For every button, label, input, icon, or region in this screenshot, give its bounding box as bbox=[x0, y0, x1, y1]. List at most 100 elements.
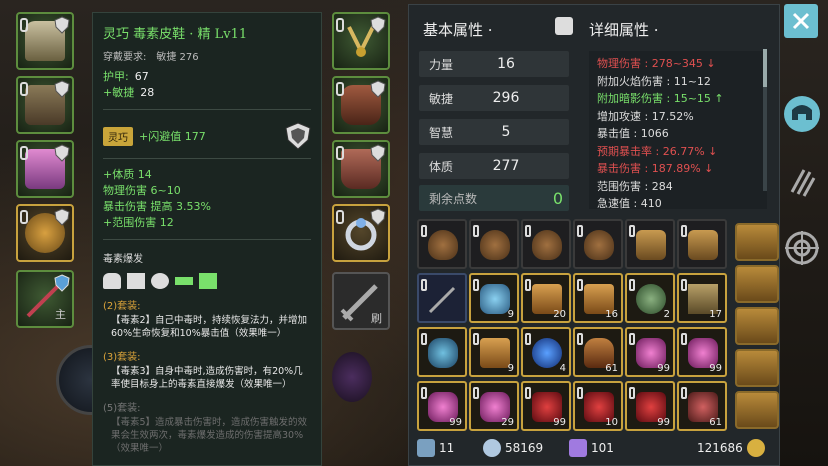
pouch-icon bbox=[584, 230, 614, 260]
item-title: 灵巧 毒素皮鞋 · 精 Lv11 bbox=[103, 27, 248, 42]
inventory-slot[interactable]: 17 bbox=[677, 273, 727, 323]
shield-icon bbox=[54, 208, 70, 226]
inventory-slot[interactable]: 10 bbox=[573, 381, 623, 431]
base-stat-value: 67 bbox=[134, 70, 149, 83]
item-count: 61 bbox=[605, 363, 618, 374]
detail-attributes-list[interactable]: 物理伤害 : 278~345 ↓ 附加火焰伤害 : 11~12 附加暗影伤害 :… bbox=[589, 51, 767, 209]
inventory-slot[interactable]: 9 bbox=[469, 327, 519, 377]
remaining-points: 剩余点数 0 bbox=[419, 185, 569, 211]
attr-value: 5 bbox=[501, 124, 511, 140]
inventory-slot[interactable] bbox=[521, 219, 571, 269]
item-count: 99 bbox=[449, 417, 462, 428]
attr-constitution: 体质 277 bbox=[419, 153, 569, 179]
inventory-slot[interactable]: 16 bbox=[573, 273, 623, 323]
detail-line: 暴击值 : 1066 bbox=[597, 127, 669, 140]
key-icon bbox=[417, 439, 435, 457]
inventory-slot[interactable]: 99 bbox=[417, 381, 467, 431]
detail-line: 暴击伤害 : 187.89% ↓ bbox=[597, 162, 714, 175]
inventory-slot[interactable] bbox=[469, 219, 519, 269]
set-bonus-3-label: (3)套装: bbox=[103, 352, 141, 363]
divider bbox=[103, 109, 311, 110]
tab-equipment[interactable] bbox=[782, 94, 822, 134]
attr-value: 16 bbox=[497, 56, 515, 72]
inventory-slot[interactable] bbox=[677, 219, 727, 269]
extra-stat: +体质 14 bbox=[103, 168, 152, 181]
lock-chain-icon bbox=[421, 333, 427, 345]
tab-skills[interactable] bbox=[782, 162, 822, 202]
equip-slot-necklace[interactable] bbox=[332, 12, 390, 70]
lock-chain-icon bbox=[577, 225, 583, 237]
lock-chain-icon bbox=[421, 387, 427, 399]
lock-chain-icon bbox=[629, 279, 635, 291]
inventory-slot[interactable]: 99 bbox=[677, 327, 727, 377]
inventory-slot[interactable]: 61 bbox=[573, 327, 623, 377]
affix-text: +闪避值 177 bbox=[139, 130, 206, 143]
lock-chain-icon bbox=[20, 18, 28, 32]
inventory-slot[interactable]: 99 bbox=[521, 381, 571, 431]
base-stat-armor: 护甲: 67 bbox=[103, 69, 311, 85]
attr-name: 力量 bbox=[429, 57, 454, 72]
lock-chain-icon bbox=[577, 333, 583, 345]
equip-slot-robe[interactable] bbox=[16, 140, 74, 198]
base-stat-agility: +敏捷 28 bbox=[103, 85, 311, 101]
bag-tab[interactable] bbox=[735, 265, 779, 303]
detail-line: 增加攻速 : 17.52% bbox=[597, 109, 694, 123]
base-stat-label: 护甲: bbox=[103, 70, 129, 83]
inventory-slot[interactable] bbox=[417, 219, 467, 269]
inventory-slot[interactable]: 99 bbox=[625, 327, 675, 377]
equip-slot-amulet[interactable] bbox=[16, 76, 74, 134]
bag-tab[interactable] bbox=[735, 349, 779, 387]
set-shoulder-icon bbox=[151, 273, 169, 289]
lock-chain-icon bbox=[525, 279, 531, 291]
detail-line: 物理伤害 : 278~345 ↓ bbox=[597, 57, 716, 70]
inventory-slot[interactable]: 20 bbox=[521, 273, 571, 323]
pouch-icon bbox=[428, 230, 458, 260]
lock-chain-icon bbox=[20, 146, 28, 160]
lock-chain-icon bbox=[336, 210, 344, 224]
inventory-slot[interactable] bbox=[573, 219, 623, 269]
item-count: 9 bbox=[507, 363, 514, 374]
attr-value: 277 bbox=[492, 158, 520, 174]
inventory-slot[interactable]: 4 bbox=[521, 327, 571, 377]
bag-tab[interactable] bbox=[735, 223, 779, 261]
set-title: 毒素爆发 bbox=[103, 254, 143, 265]
help-icon[interactable] bbox=[555, 17, 573, 35]
equip-slot-helmet[interactable] bbox=[16, 12, 74, 70]
inventory-slot[interactable]: 29 bbox=[469, 381, 519, 431]
set-boots-icon bbox=[199, 273, 217, 289]
inventory-slot[interactable]: 61 bbox=[677, 381, 727, 431]
shield-icon bbox=[370, 16, 386, 34]
ice-ore-icon bbox=[428, 338, 458, 368]
attr-wisdom: 智慧 5 bbox=[419, 119, 569, 145]
blue-orb-icon bbox=[532, 338, 562, 368]
attr-name: 智慧 bbox=[429, 125, 454, 140]
bag-tab[interactable] bbox=[735, 391, 779, 429]
lock-chain-icon bbox=[629, 225, 635, 237]
shield-blue-icon bbox=[54, 274, 70, 292]
divider bbox=[103, 158, 311, 159]
equip-slot-boots[interactable] bbox=[332, 140, 390, 198]
lock-chain-icon bbox=[336, 146, 344, 160]
set-bonus-2-desc: 【毒素2】自己中毒时，持续恢复法力，并增加60%生命恢复和10%暴击值（效果唯一… bbox=[111, 315, 308, 339]
shield-icon[interactable] bbox=[285, 122, 311, 150]
equip-slot-weapon-main[interactable]: 主 bbox=[16, 270, 74, 328]
equip-slot-gloves[interactable] bbox=[332, 76, 390, 134]
equip-slot-shoulder[interactable] bbox=[16, 204, 74, 262]
scroll-icon bbox=[480, 338, 510, 368]
detail-scrollbar[interactable] bbox=[763, 49, 767, 191]
inventory-slot[interactable]: 99 bbox=[625, 381, 675, 431]
bag-tab[interactable] bbox=[735, 307, 779, 345]
equip-slot-ring[interactable] bbox=[332, 204, 390, 262]
detail-line: 急速值 : 410 bbox=[597, 197, 662, 209]
inventory-slot[interactable] bbox=[417, 327, 467, 377]
tab-settings[interactable] bbox=[782, 228, 822, 268]
inventory-slot[interactable] bbox=[625, 219, 675, 269]
set-belt-icon bbox=[175, 277, 193, 285]
inventory-slot[interactable] bbox=[417, 273, 467, 323]
inventory-slot[interactable]: 9 bbox=[469, 273, 519, 323]
inventory-slot[interactable]: 2 bbox=[625, 273, 675, 323]
close-button[interactable] bbox=[784, 4, 818, 38]
extra-stats: +体质 14 物理伤害 6~10 暴击伤害 提高 3.53% +范围伤害 12 bbox=[103, 167, 311, 231]
equip-slot-offhand[interactable]: 刷 bbox=[332, 272, 390, 330]
pouch-icon bbox=[480, 230, 510, 260]
